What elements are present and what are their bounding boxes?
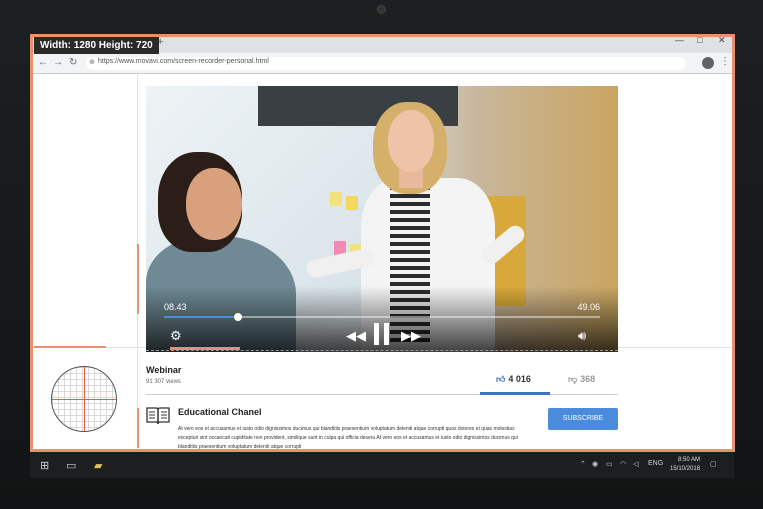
rewind-icon[interactable]: ◀◀ [346, 329, 366, 342]
lock-icon: ⊕ [89, 59, 95, 66]
fast-forward-icon[interactable]: ▶▶ [401, 329, 421, 342]
video-title: Webinar [146, 365, 182, 375]
guide-marker [170, 347, 240, 350]
maximize-button[interactable]: □ [697, 35, 702, 45]
guide-marker [34, 346, 106, 348]
gear-icon[interactable]: ⚙ [170, 329, 182, 342]
battery-icon[interactable]: ▭ [606, 460, 613, 468]
minimize-button[interactable]: — [675, 35, 684, 45]
guide-marker [137, 244, 139, 314]
guide-dashed-line [146, 350, 618, 351]
thumbs-down-icon: 👎︎ [568, 374, 578, 384]
like-ratio-bar [480, 392, 550, 395]
subscribe-button[interactable]: SUBSCRIBE [548, 408, 618, 430]
like-button[interactable]: 👍︎ 4 016 [496, 374, 531, 385]
notifications-icon[interactable]: ▢ [710, 460, 717, 468]
capture-size-label: Width: 1280 Height: 720 [34, 37, 159, 54]
seek-bar-fill [164, 316, 239, 318]
channel-name: Educational Chanel [178, 407, 262, 417]
guide-marker [137, 408, 139, 448]
windows-start-icon[interactable]: ⊞ [40, 459, 49, 472]
dislike-count: 368 [580, 374, 596, 384]
url-text: https://www.movavi.com/screen-recorder-p… [98, 58, 269, 65]
address-bar-row: ← → ↻ ⊕ https://www.movavi.com/screen-re… [30, 53, 734, 74]
seek-bar[interactable] [164, 313, 600, 321]
url-field[interactable]: ⊕ https://www.movavi.com/screen-recorder… [86, 57, 686, 70]
screen: + — □ ✕ ← → ↻ ⊕ https://www.movavi.com/s… [30, 34, 734, 476]
dislike-button[interactable]: 👎︎ 368 [568, 374, 595, 385]
back-icon[interactable]: ← [38, 57, 48, 68]
thumbs-up-icon: 👍︎ [496, 374, 506, 384]
file-explorer-icon[interactable]: ▰ [94, 459, 102, 472]
duration: 49.06 [577, 302, 600, 312]
task-view-icon[interactable]: ▭ [66, 459, 76, 472]
video-player[interactable]: 08.43 49.06 ⚙ ◀◀ ▶▶ 🔊︎ [146, 86, 618, 352]
channel-description: At vero eos et accusamus et iusto odio d… [178, 426, 518, 450]
clock-date: 15/10/2018 [670, 466, 701, 472]
profile-icon[interactable] [702, 57, 714, 69]
reload-icon[interactable]: ↻ [69, 57, 77, 68]
forward-icon[interactable]: → [53, 57, 63, 68]
like-count: 4 016 [508, 374, 531, 384]
close-button[interactable]: ✕ [718, 35, 726, 46]
chevron-up-icon[interactable]: ⌃ [580, 460, 586, 468]
volume-icon[interactable]: 🔊︎ [578, 329, 586, 342]
clock-time: 8:50 AM [678, 457, 701, 463]
magnifier-reticle [51, 366, 117, 432]
view-count: 91 307 views [146, 379, 182, 385]
pause-icon[interactable] [374, 323, 390, 345]
current-time: 08.43 [164, 302, 187, 312]
book-icon [146, 407, 170, 425]
network-icon[interactable]: ◠ [620, 460, 626, 468]
menu-icon[interactable]: ⋮ [720, 56, 730, 67]
webcam [377, 5, 386, 14]
language-indicator[interactable]: ENG [648, 460, 663, 467]
tray-icon[interactable]: ◉ [592, 460, 598, 468]
taskbar: ⊞ ▭ ▰ ⌃ ◉ ▭ ◠ ◁ ENG 8:50 AM 15/10/2018 ▢ [30, 452, 734, 478]
volume-tray-icon[interactable]: ◁ [633, 460, 638, 468]
clock[interactable]: 8:50 AM 15/10/2018 [670, 456, 700, 474]
